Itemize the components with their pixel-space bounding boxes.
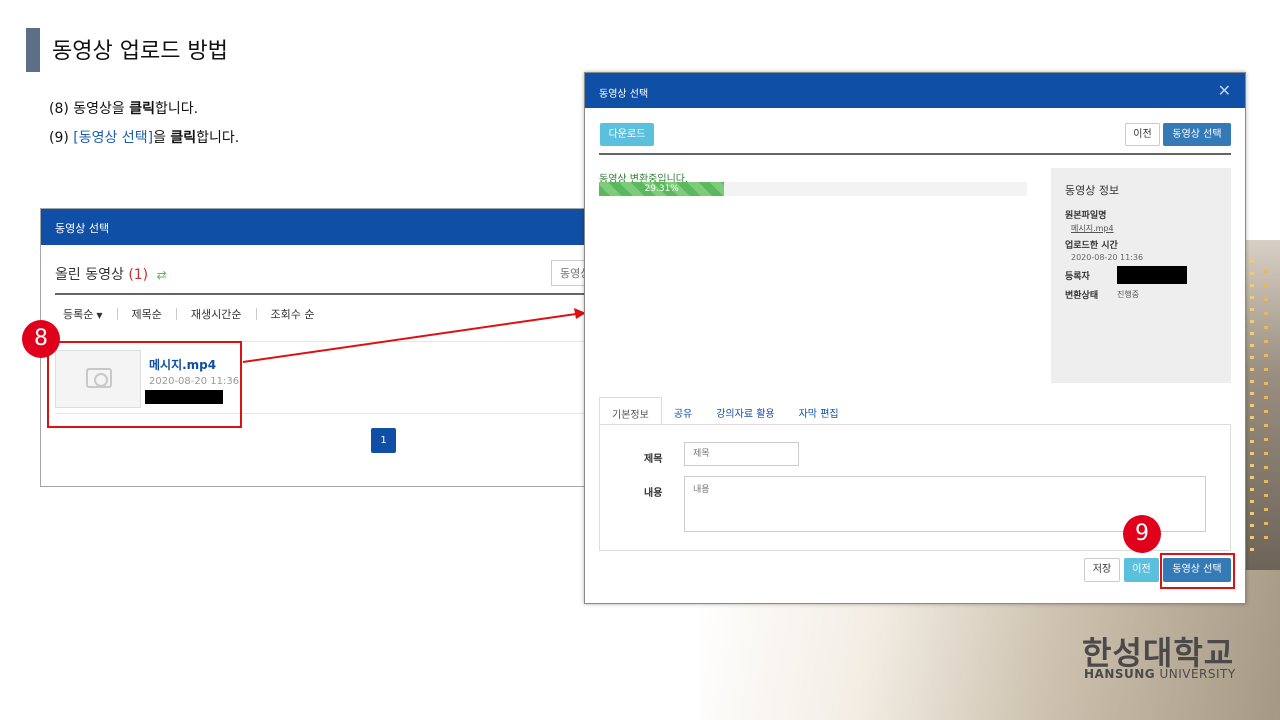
- save-button[interactable]: 저장: [1084, 558, 1120, 582]
- close-icon[interactable]: ✕: [1218, 81, 1231, 100]
- conversion-status-value: 진행중: [1117, 290, 1140, 299]
- highlight-box-step-9: [1160, 553, 1235, 589]
- tab-subtitle-edit[interactable]: 자막 편집: [787, 397, 851, 425]
- registrant-label: 등록자: [1065, 271, 1090, 282]
- upload-time-value: 2020-08-20 11:36: [1071, 253, 1144, 262]
- conversion-progress-bar: 29.31%: [599, 182, 1027, 196]
- divider: [599, 153, 1231, 155]
- progress-fill: 29.31%: [599, 182, 725, 196]
- video-info-title: 동영상 정보: [1065, 184, 1120, 197]
- video-info-panel: 동영상 정보 원본파일명 메시지.mp4 업로드한 시간 2020-08-20 …: [1051, 168, 1231, 383]
- title-label: 제목: [644, 454, 663, 465]
- status-row: 변환상태 진행중: [1065, 288, 1217, 301]
- redacted-block: [1117, 266, 1187, 284]
- prev-button-top[interactable]: 이전: [1125, 123, 1160, 146]
- registrant-row: 등록자: [1065, 266, 1217, 284]
- upload-time-label: 업로드한 시간: [1065, 241, 1118, 251]
- modal-header: 동영상 선택: [585, 73, 1245, 108]
- original-filename-label: 원본파일명: [1065, 211, 1107, 221]
- original-filename-value[interactable]: 메시지.mp4: [1071, 223, 1217, 234]
- tab-basic-info[interactable]: 기본정보: [599, 397, 662, 425]
- modal-tabs: 기본정보 공유 강의자료 활용 자막 편집: [599, 397, 851, 425]
- step-badge-9: 9: [1123, 515, 1161, 553]
- prev-button-bottom[interactable]: 이전: [1124, 558, 1159, 582]
- arrow-line: [242, 313, 577, 363]
- content-label: 내용: [644, 488, 663, 499]
- title-input[interactable]: [684, 442, 799, 466]
- university-logo-english: HANSUNG UNIVERSITY: [1084, 667, 1236, 681]
- tab-lecture-material[interactable]: 강의자료 활용: [704, 397, 786, 425]
- select-video-button-top[interactable]: 동영상 선택: [1163, 123, 1231, 146]
- conversion-status-label: 변환상태: [1065, 291, 1099, 301]
- download-button[interactable]: 다운로드: [600, 123, 654, 146]
- tab-share[interactable]: 공유: [662, 397, 704, 425]
